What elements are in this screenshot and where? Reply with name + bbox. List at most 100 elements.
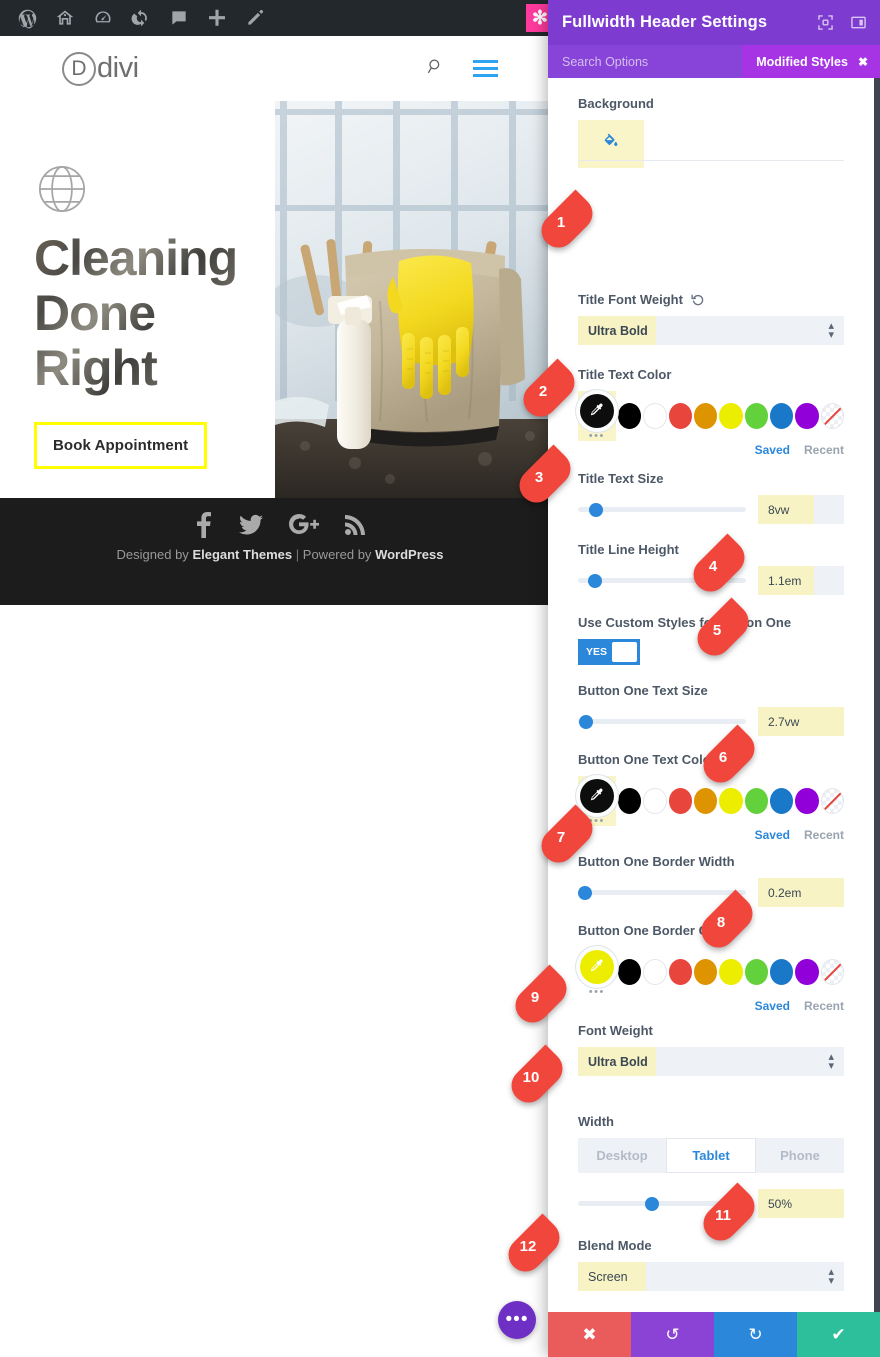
title-font-weight-select[interactable]: Ultra Bold ▴ ▾ (578, 316, 844, 345)
swatch-black[interactable] (617, 403, 641, 429)
button-one-text-color-palette: ••• (578, 776, 845, 826)
swatch-yellow[interactable] (719, 959, 743, 985)
button-one-text-size-slider[interactable] (578, 713, 746, 731)
undo-button[interactable]: ↺ (631, 1312, 714, 1357)
button-one-border-width-slider[interactable] (577, 884, 746, 902)
swatch-transparent[interactable] (820, 788, 845, 814)
panel-title: Fullwidth Header Settings (562, 13, 768, 31)
google-plus-icon[interactable] (289, 514, 319, 536)
swatch-green[interactable] (744, 788, 768, 814)
swatch-white[interactable] (643, 788, 667, 814)
saved-colors-link[interactable]: Saved (755, 999, 790, 1013)
book-appointment-button[interactable]: Book Appointment (34, 422, 208, 469)
site-navbar: D divi (0, 36, 560, 101)
use-custom-styles-toggle[interactable]: YES (578, 639, 640, 665)
callout-marker-8: 8 (694, 889, 760, 955)
panel-scrollbar[interactable] (874, 78, 880, 1357)
eyedropper-icon[interactable] (579, 778, 614, 813)
swatch-transparent[interactable] (820, 403, 845, 429)
credit-brand[interactable]: Elegant Themes (192, 547, 292, 562)
toggle-value-label: YES (586, 646, 608, 658)
facebook-icon[interactable] (195, 512, 213, 538)
slider-knob[interactable] (577, 885, 592, 900)
panel-search-bar[interactable]: Search Options Modified Styles ✖ (548, 45, 880, 78)
swatch-purple[interactable] (795, 959, 819, 985)
recent-colors-link[interactable]: Recent (804, 443, 844, 457)
more-colors-dots[interactable]: ••• (589, 430, 605, 441)
swatch-blue[interactable] (769, 959, 794, 985)
swatch-yellow[interactable] (719, 788, 743, 814)
cancel-button[interactable]: ✖ (548, 1312, 631, 1357)
swatch-red[interactable] (668, 788, 692, 814)
saved-colors-link[interactable]: Saved (755, 443, 790, 457)
device-tab-desktop[interactable]: Desktop (578, 1138, 666, 1173)
refresh-icon[interactable] (122, 0, 160, 36)
width-input[interactable]: 50% (758, 1189, 844, 1218)
swatch-purple[interactable] (795, 788, 819, 814)
search-icon[interactable] (426, 57, 445, 81)
title-line-height-input[interactable]: 1.1em (758, 566, 844, 595)
more-colors-dots[interactable]: ••• (589, 986, 605, 997)
slider-knob[interactable] (579, 714, 594, 729)
twitter-icon[interactable] (239, 514, 263, 536)
swatch-red[interactable] (668, 403, 692, 429)
paint-bucket-icon[interactable] (578, 120, 644, 160)
home-icon[interactable] (46, 0, 84, 36)
swatch-red[interactable] (668, 959, 692, 985)
edit-pencil-icon[interactable] (236, 0, 274, 36)
swatch-blue[interactable] (769, 403, 794, 429)
swatch-blue[interactable] (769, 788, 794, 814)
hamburger-menu-icon[interactable] (473, 60, 498, 77)
divi-logo[interactable]: D divi (62, 51, 139, 86)
title-text-size-slider[interactable] (578, 501, 746, 519)
close-icon[interactable]: ✖ (858, 55, 868, 69)
field-button-one-border-width: Button One Border Width 0.2em (548, 842, 874, 907)
swatch-black[interactable] (617, 788, 641, 814)
recent-colors-link[interactable]: Recent (804, 828, 844, 842)
swatch-black[interactable] (617, 959, 641, 985)
redo-button[interactable]: ↻ (714, 1312, 797, 1357)
device-tab-tablet[interactable]: Tablet (666, 1138, 756, 1173)
saved-colors-link[interactable]: Saved (755, 828, 790, 842)
swatch-green[interactable] (744, 959, 768, 985)
device-tab-phone[interactable]: Phone (756, 1138, 844, 1173)
callout-marker-3: 3 (512, 444, 578, 510)
modified-styles-badge[interactable]: Modified Styles ✖ (742, 45, 880, 78)
swatch-white[interactable] (643, 959, 667, 985)
swatch-green[interactable] (744, 403, 768, 429)
eyedropper-icon[interactable] (579, 949, 614, 984)
plus-new-icon[interactable] (198, 0, 236, 36)
button-one-text-size-input[interactable]: 2.7vw (758, 707, 844, 736)
border-color-active-swatch-wrap[interactable]: ••• (578, 947, 616, 997)
reset-arrow-icon[interactable] (691, 293, 705, 307)
dashboard-speed-icon[interactable] (84, 0, 122, 36)
panel-layout-icon[interactable] (851, 15, 866, 30)
blend-mode-select[interactable]: Screen ▴ ▾ (578, 1262, 844, 1291)
save-button[interactable]: ✔ (797, 1312, 880, 1357)
marker-number: 4 (708, 557, 718, 575)
slider-knob[interactable] (644, 1196, 659, 1211)
swatch-orange[interactable] (693, 959, 718, 985)
swatch-transparent[interactable] (820, 959, 845, 985)
title-text-size-label: Title Text Size (578, 471, 664, 486)
swatch-orange[interactable] (693, 403, 718, 429)
floating-more-options-button[interactable]: ••• (498, 1301, 536, 1339)
recent-colors-link[interactable]: Recent (804, 999, 844, 1013)
button-one-border-width-input[interactable]: 0.2em (758, 878, 844, 907)
eyedropper-icon[interactable] (579, 393, 614, 428)
swatch-yellow[interactable] (719, 403, 743, 429)
swatch-white[interactable] (643, 403, 667, 429)
swatch-orange[interactable] (693, 788, 718, 814)
title-color-active-swatch-wrap[interactable]: ••• (578, 391, 616, 441)
slider-knob[interactable] (587, 573, 602, 588)
credit-platform[interactable]: WordPress (375, 547, 443, 562)
font-weight-select[interactable]: Ultra Bold ▴ ▾ (578, 1047, 844, 1076)
slider-knob[interactable] (589, 502, 604, 517)
expand-fullscreen-icon[interactable] (818, 15, 833, 30)
title-text-size-input[interactable]: 8vw (758, 495, 844, 524)
wordpress-logo-icon[interactable] (8, 0, 46, 36)
rss-icon[interactable] (345, 514, 365, 536)
toggle-knob[interactable] (612, 642, 637, 662)
comment-icon[interactable] (160, 0, 198, 36)
swatch-purple[interactable] (795, 403, 819, 429)
